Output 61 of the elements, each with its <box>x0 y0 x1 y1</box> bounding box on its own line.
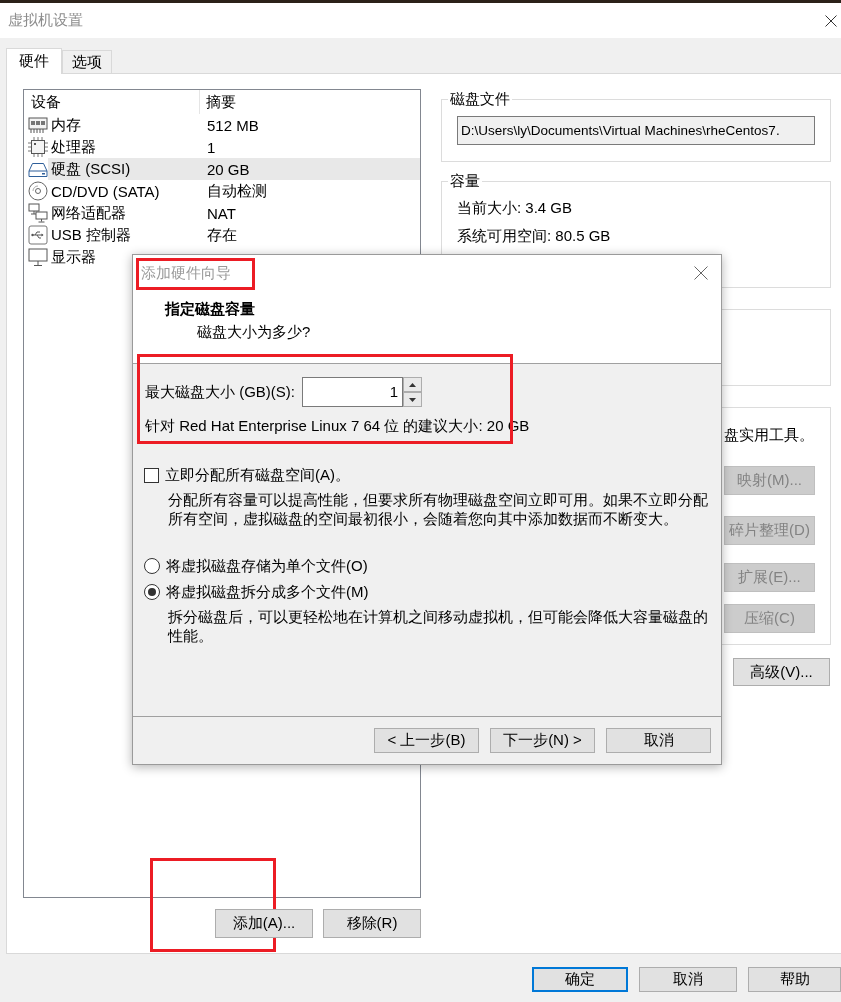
field-label: 最大磁盘大小 (GB)(S): <box>144 382 296 402</box>
device-row[interactable]: 处理器 1 <box>48 136 420 158</box>
disc-icon <box>28 181 48 201</box>
capacity-text: 当前大小: 3.4 GB <box>457 198 574 218</box>
device-name: 内存 <box>50 115 82 135</box>
device-button[interactable]: 添加(A)... <box>215 909 313 938</box>
memory-icon <box>28 115 48 135</box>
disk-file-path-field[interactable]: D:\Users\ly\Documents\Virtual Machines\rheCentos7. <box>457 116 815 145</box>
option-description: 拆分磁盘后，可以更轻松地在计算机之间移动虚拟机，但可能会降低大容量磁盘的性能。 <box>168 607 709 645</box>
disk-size-input[interactable]: 1 <box>302 377 403 407</box>
step-heading: 指定磁盘容量 <box>165 299 255 319</box>
device-row[interactable]: USB 控制器 存在 <box>48 224 420 246</box>
device-row[interactable]: 网络适配器 NAT <box>48 202 420 224</box>
spin-down-button[interactable] <box>403 392 422 407</box>
device-name: 处理器 <box>50 137 97 157</box>
device-name: USB 控制器 <box>50 225 132 245</box>
step-subheading: 磁盘大小为多少? <box>197 322 311 342</box>
device-button[interactable]: 移除(R) <box>323 909 421 938</box>
footer-button[interactable]: 确定 <box>532 967 628 992</box>
monitors-icon <box>28 203 48 223</box>
window-title: 虚拟机设置 <box>8 11 83 30</box>
device-name: 硬盘 (SCSI) <box>50 159 132 179</box>
device-row[interactable]: 硬盘 (SCSI) 20 GB <box>48 158 420 180</box>
column-header[interactable]: 设备 <box>24 90 200 114</box>
advanced-button[interactable]: 高级(V)... <box>733 658 830 686</box>
down-arrow-icon <box>409 397 416 402</box>
device-row[interactable]: CD/DVD (SATA) 自动检测 <box>48 180 420 202</box>
device-summary: 自动检测 <box>206 181 267 201</box>
up-arrow-icon <box>409 382 416 387</box>
allocate-checkbox[interactable]: 立即分配所有磁盘空间(A)。 <box>144 465 350 485</box>
dialog-title: 添加硬件向导 <box>141 263 231 283</box>
device-summary: NAT <box>206 204 236 222</box>
device-summary: 存在 <box>206 225 237 245</box>
wizard-button[interactable]: 取消 <box>606 728 711 753</box>
wizard-button[interactable]: < 上一步(B) <box>374 728 479 753</box>
column-header[interactable]: 摘要 <box>200 90 420 114</box>
device-summary: 1 <box>206 138 216 156</box>
usb-icon <box>28 225 48 245</box>
capacity-text: 系统可用空间: 80.5 GB <box>457 226 612 246</box>
device-summary: 20 GB <box>206 160 250 178</box>
device-name: CD/DVD (SATA) <box>50 182 161 200</box>
option-description: 分配所有容量可以提高性能，但要求所有物理磁盘空间立即可用。如果不立即分配所有空间，虚拟磁盘的空间最初很小，会随着您向其中添加数据而不断变大。 <box>168 490 709 528</box>
footer-button[interactable]: 取消 <box>639 967 737 992</box>
close-icon[interactable] <box>694 266 708 280</box>
group-title: 容量 <box>449 171 481 191</box>
radio-option[interactable]: 将虚拟磁盘拆分成多个文件(M) <box>144 582 369 602</box>
device-summary: 512 MB <box>206 116 259 134</box>
device-name: 网络适配器 <box>50 203 127 223</box>
wizard-button[interactable]: 下一步(N) > <box>490 728 595 753</box>
spin-up-button[interactable] <box>403 377 422 392</box>
utility-text: 盘实用工具。 <box>724 426 814 443</box>
device-name: 显示器 <box>50 247 97 267</box>
tab[interactable]: 硬件 <box>6 48 62 74</box>
monitor-icon <box>28 247 48 267</box>
footer-button[interactable]: 帮助 <box>748 967 841 992</box>
chip-icon <box>28 137 48 157</box>
group-title: 磁盘文件 <box>449 89 511 109</box>
close-icon[interactable] <box>825 14 837 27</box>
tab[interactable]: 选项 <box>62 50 112 73</box>
radio-option[interactable]: 将虚拟磁盘存储为单个文件(O) <box>144 556 368 576</box>
device-row[interactable]: 内存 512 MB <box>48 114 420 136</box>
